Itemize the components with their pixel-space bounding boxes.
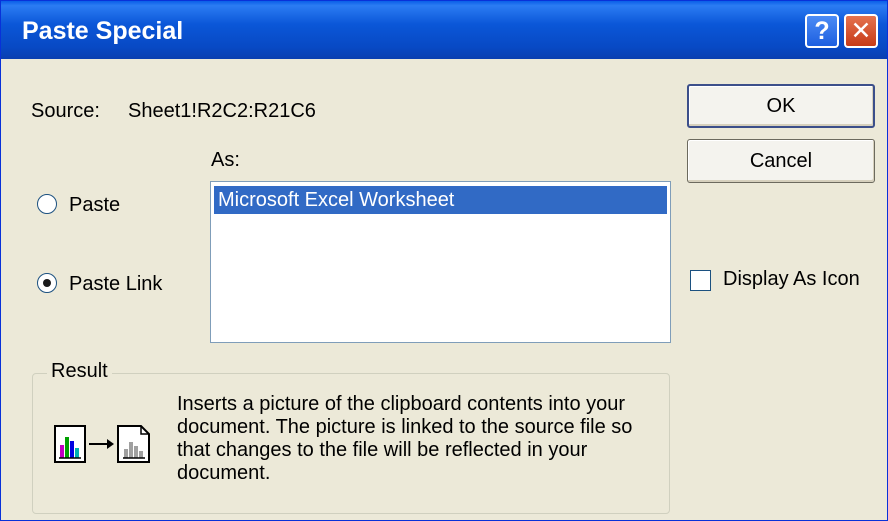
paste-radio[interactable]: [37, 194, 57, 214]
display-as-icon-checkbox[interactable]: [690, 270, 711, 291]
paste-link-result-icon: [53, 423, 153, 465]
result-description: Inserts a picture of the clipboard conte…: [177, 393, 633, 484]
dialog-title: Paste Special: [22, 17, 184, 45]
as-listbox[interactable]: Microsoft Excel Worksheet: [210, 181, 671, 343]
as-label: As:: [211, 149, 240, 171]
close-icon: ✕: [850, 16, 872, 45]
paste-link-radio[interactable]: [37, 273, 57, 293]
title-bar[interactable]: Paste Special ? ✕: [1, 1, 887, 59]
list-item[interactable]: Microsoft Excel Worksheet: [214, 186, 667, 214]
paste-special-dialog: Paste Special ? ✕ Source: Sheet1!R2C2:R2…: [0, 0, 888, 521]
ok-button[interactable]: OK: [687, 84, 875, 128]
paste-label[interactable]: Paste: [69, 194, 120, 217]
source-label: Source:: [31, 100, 100, 122]
result-group-title: Result: [47, 360, 112, 383]
cancel-button[interactable]: Cancel: [687, 139, 875, 183]
close-button[interactable]: ✕: [844, 14, 878, 48]
help-icon: ?: [814, 16, 830, 45]
help-button[interactable]: ?: [805, 14, 839, 48]
paste-link-label[interactable]: Paste Link: [69, 273, 162, 296]
display-as-icon-label[interactable]: Display As Icon: [723, 268, 860, 291]
source-value: Sheet1!R2C2:R21C6: [128, 100, 316, 122]
